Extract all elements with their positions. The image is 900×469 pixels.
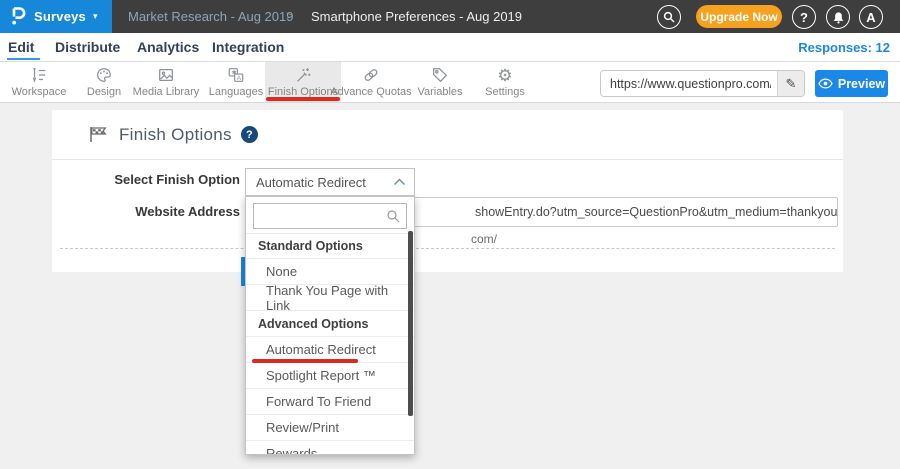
avatar-letter: A xyxy=(866,11,875,24)
dropdown-scrollbar[interactable] xyxy=(408,231,413,416)
group-standard-options: Standard Options xyxy=(246,233,414,259)
preview-label: Preview xyxy=(838,77,885,91)
notifications-button[interactable] xyxy=(826,5,850,29)
toolbar-item-design[interactable]: Design xyxy=(79,62,129,102)
panel-title-row: Finish Options ? xyxy=(52,110,843,160)
toolbar-item-advance-quotas[interactable]: Advance Quotas xyxy=(329,62,413,102)
questionpro-app: Surveys ▾ Market Research - Aug 2019 > S… xyxy=(0,0,900,469)
breadcrumb-parent[interactable]: Market Research - Aug 2019 xyxy=(128,9,293,24)
toolbar-item-variables[interactable]: Variables xyxy=(414,62,466,102)
variables-icon xyxy=(431,66,449,84)
workspace-icon xyxy=(30,66,48,84)
survey-url-input[interactable] xyxy=(601,71,777,96)
advance-quotas-icon xyxy=(362,66,380,84)
search-icon xyxy=(663,11,675,23)
bell-icon xyxy=(832,11,845,24)
toolbar-item-languages[interactable]: ✱ A Languages xyxy=(205,62,267,102)
search-button[interactable] xyxy=(657,5,681,29)
chevron-up-icon xyxy=(393,178,406,186)
search-icon xyxy=(386,209,400,223)
finish-option-select[interactable]: Automatic Redirect xyxy=(245,168,415,196)
toolbar-item-settings[interactable]: ⚙ Settings xyxy=(479,62,531,102)
languages-icon: ✱ A xyxy=(227,66,245,84)
finish-options-panel: Finish Options ? Select Finish Option We… xyxy=(52,110,843,272)
section-divider xyxy=(60,248,835,249)
toolbar-item-media-library[interactable]: Media Library xyxy=(127,62,205,102)
title-help-icon[interactable]: ? xyxy=(241,126,258,143)
select-finish-option-label: Select Finish Option xyxy=(100,172,240,187)
finish-option-dropdown: Standard Options None Thank You Page wit… xyxy=(245,196,415,455)
breadcrumb-separator: > xyxy=(286,8,294,23)
option-review-print[interactable]: Review/Print xyxy=(246,415,414,441)
group-advanced-options: Advanced Options xyxy=(246,311,414,337)
upgrade-now-button[interactable]: Upgrade Now xyxy=(696,5,782,28)
edit-url-pencil-icon[interactable]: ✎ xyxy=(777,71,804,96)
option-automatic-redirect[interactable]: Automatic Redirect xyxy=(246,337,414,363)
option-rewards[interactable]: Rewards xyxy=(246,441,414,455)
breadcrumb-current: Smartphone Preferences - Aug 2019 xyxy=(311,9,522,24)
website-address-label: Website Address xyxy=(100,204,240,219)
questionpro-logo-icon xyxy=(0,0,34,33)
media-library-icon xyxy=(157,66,175,84)
option-none[interactable]: None xyxy=(246,259,414,285)
question-icon: ? xyxy=(800,11,808,24)
preview-button[interactable]: Preview xyxy=(815,70,888,97)
finish-options-icon xyxy=(294,66,312,84)
toolbar-item-workspace[interactable]: Workspace xyxy=(8,62,70,102)
caret-down-icon: ▾ xyxy=(93,11,98,22)
eye-icon xyxy=(818,78,833,89)
top-header: Surveys ▾ Market Research - Aug 2019 > S… xyxy=(0,0,900,33)
dropdown-search-box xyxy=(253,203,407,229)
edit-toolbar: Workspace Design Media Library xyxy=(0,62,900,103)
tab-edit[interactable]: Edit xyxy=(8,39,34,55)
selected-finish-option: Automatic Redirect xyxy=(256,175,393,190)
product-menu[interactable]: Surveys ▾ xyxy=(0,0,112,33)
section-nav: Edit Distribute Analytics Integration Re… xyxy=(0,33,900,62)
option-thank-you-page-with-link[interactable]: Thank You Page with Link xyxy=(246,285,414,311)
dropdown-option-list: Standard Options None Thank You Page wit… xyxy=(246,233,414,455)
design-icon xyxy=(95,66,113,84)
survey-url-box: ✎ xyxy=(600,70,805,97)
active-tab-underline xyxy=(7,58,40,60)
dropdown-search-input[interactable] xyxy=(254,209,386,223)
responses-count[interactable]: Responses: 12 xyxy=(798,40,890,55)
product-menu-label: Surveys xyxy=(34,9,86,24)
page-title: Finish Options xyxy=(119,125,232,145)
option-forward-to-friend[interactable]: Forward To Friend xyxy=(246,389,414,415)
finish-flag-icon xyxy=(88,125,109,144)
option-spotlight-report[interactable]: Spotlight Report ™ xyxy=(246,363,414,389)
tab-analytics[interactable]: Analytics xyxy=(137,39,199,55)
tab-distribute[interactable]: Distribute xyxy=(55,39,120,55)
tab-integration[interactable]: Integration xyxy=(212,39,284,55)
help-button[interactable]: ? xyxy=(792,5,816,29)
finish-options-red-annotation xyxy=(266,97,340,101)
website-address-hint: com/ xyxy=(471,232,497,246)
account-avatar[interactable]: A xyxy=(859,5,883,29)
settings-gear-icon: ⚙ xyxy=(497,66,512,84)
